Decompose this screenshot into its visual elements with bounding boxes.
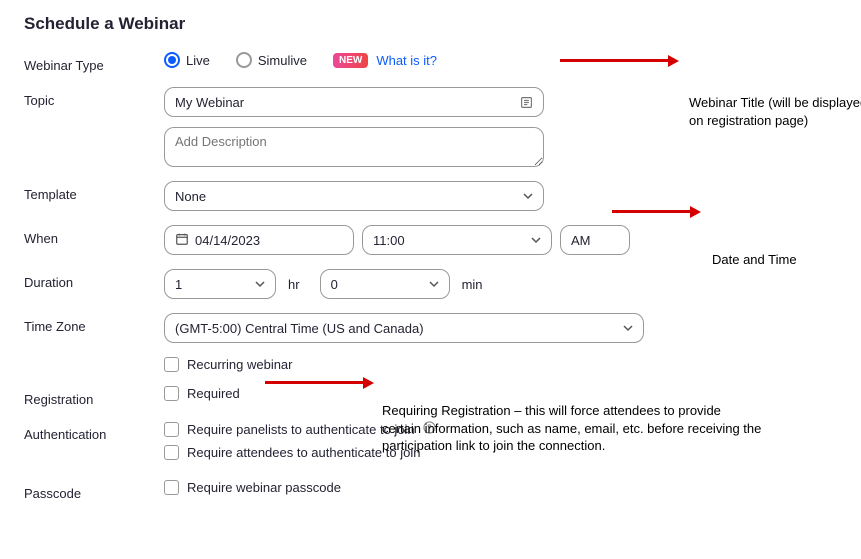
date-input[interactable]: 04/14/2023 xyxy=(164,225,354,255)
description-textarea[interactable] xyxy=(164,127,544,167)
minutes-value: 0 xyxy=(331,277,338,292)
label-topic: Topic xyxy=(24,87,164,108)
checkbox-icon xyxy=(164,386,179,401)
timezone-select[interactable]: (GMT-5:00) Central Time (US and Canada) xyxy=(164,313,644,343)
chevron-down-icon xyxy=(523,189,533,204)
checkbox-icon xyxy=(164,445,179,460)
registration-required-label: Required xyxy=(187,386,240,401)
ampm-value: AM xyxy=(571,233,591,248)
time-value: 11:00 xyxy=(373,233,405,248)
row-passcode: Passcode Require webinar passcode xyxy=(24,480,837,501)
radio-icon xyxy=(164,52,180,68)
form-helper-icon xyxy=(520,96,533,109)
checkbox-icon xyxy=(164,357,179,372)
label-when: When xyxy=(24,225,164,246)
hours-value: 1 xyxy=(175,277,182,292)
timezone-value: (GMT-5:00) Central Time (US and Canada) xyxy=(175,321,424,336)
what-is-it-link[interactable]: What is it? xyxy=(376,53,437,68)
registration-required-checkbox[interactable]: Required xyxy=(164,386,240,401)
chevron-down-icon xyxy=(623,321,633,336)
topic-input-value: My Webinar xyxy=(175,95,244,110)
radio-live[interactable]: Live xyxy=(164,52,210,68)
radio-simulive-label: Simulive xyxy=(258,53,307,68)
minutes-select[interactable]: 0 xyxy=(320,269,450,299)
template-value: None xyxy=(175,189,206,204)
row-recurring: Recurring webinar xyxy=(24,357,837,372)
minutes-suffix: min xyxy=(462,277,483,292)
annotation-title: Webinar Title (will be displayed on regi… xyxy=(689,94,861,129)
annotation-datetime: Date and Time xyxy=(712,251,797,269)
recurring-label: Recurring webinar xyxy=(187,357,293,372)
row-duration: Duration 1 hr 0 min xyxy=(24,269,837,299)
topic-input[interactable]: My Webinar xyxy=(164,87,544,117)
label-passcode: Passcode xyxy=(24,480,164,501)
ampm-select[interactable]: AM xyxy=(560,225,630,255)
calendar-icon xyxy=(175,232,189,249)
row-webinar-type: Webinar Type Live Simulive NEW What is i… xyxy=(24,52,837,73)
new-badge: NEW xyxy=(333,53,368,68)
radio-live-label: Live xyxy=(186,53,210,68)
chevron-down-icon xyxy=(255,277,265,292)
passcode-label: Require webinar passcode xyxy=(187,480,341,495)
hours-suffix: hr xyxy=(288,277,300,292)
template-select[interactable]: None xyxy=(164,181,544,211)
row-timezone: Time Zone (GMT-5:00) Central Time (US an… xyxy=(24,313,837,343)
checkbox-icon xyxy=(164,480,179,495)
label-authentication: Authentication xyxy=(24,421,164,442)
time-select[interactable]: 11:00 xyxy=(362,225,552,255)
auth-panelists-label: Require panelists to authenticate to joi… xyxy=(187,422,415,437)
label-webinar-type: Webinar Type xyxy=(24,52,164,73)
checkbox-icon xyxy=(164,422,179,437)
chevron-down-icon xyxy=(531,233,541,248)
label-timezone: Time Zone xyxy=(24,313,164,334)
label-registration: Registration xyxy=(24,386,164,407)
radio-simulive[interactable]: Simulive xyxy=(236,52,307,68)
hours-select[interactable]: 1 xyxy=(164,269,276,299)
chevron-down-icon xyxy=(429,277,439,292)
row-template: Template None xyxy=(24,181,837,211)
radio-icon xyxy=(236,52,252,68)
annotation-registration: Requiring Registration – this will force… xyxy=(382,402,762,455)
label-duration: Duration xyxy=(24,269,164,290)
passcode-checkbox[interactable]: Require webinar passcode xyxy=(164,480,341,495)
date-value: 04/14/2023 xyxy=(195,233,260,248)
page-title: Schedule a Webinar xyxy=(24,14,837,34)
recurring-checkbox[interactable]: Recurring webinar xyxy=(164,357,293,372)
label-template: Template xyxy=(24,181,164,202)
